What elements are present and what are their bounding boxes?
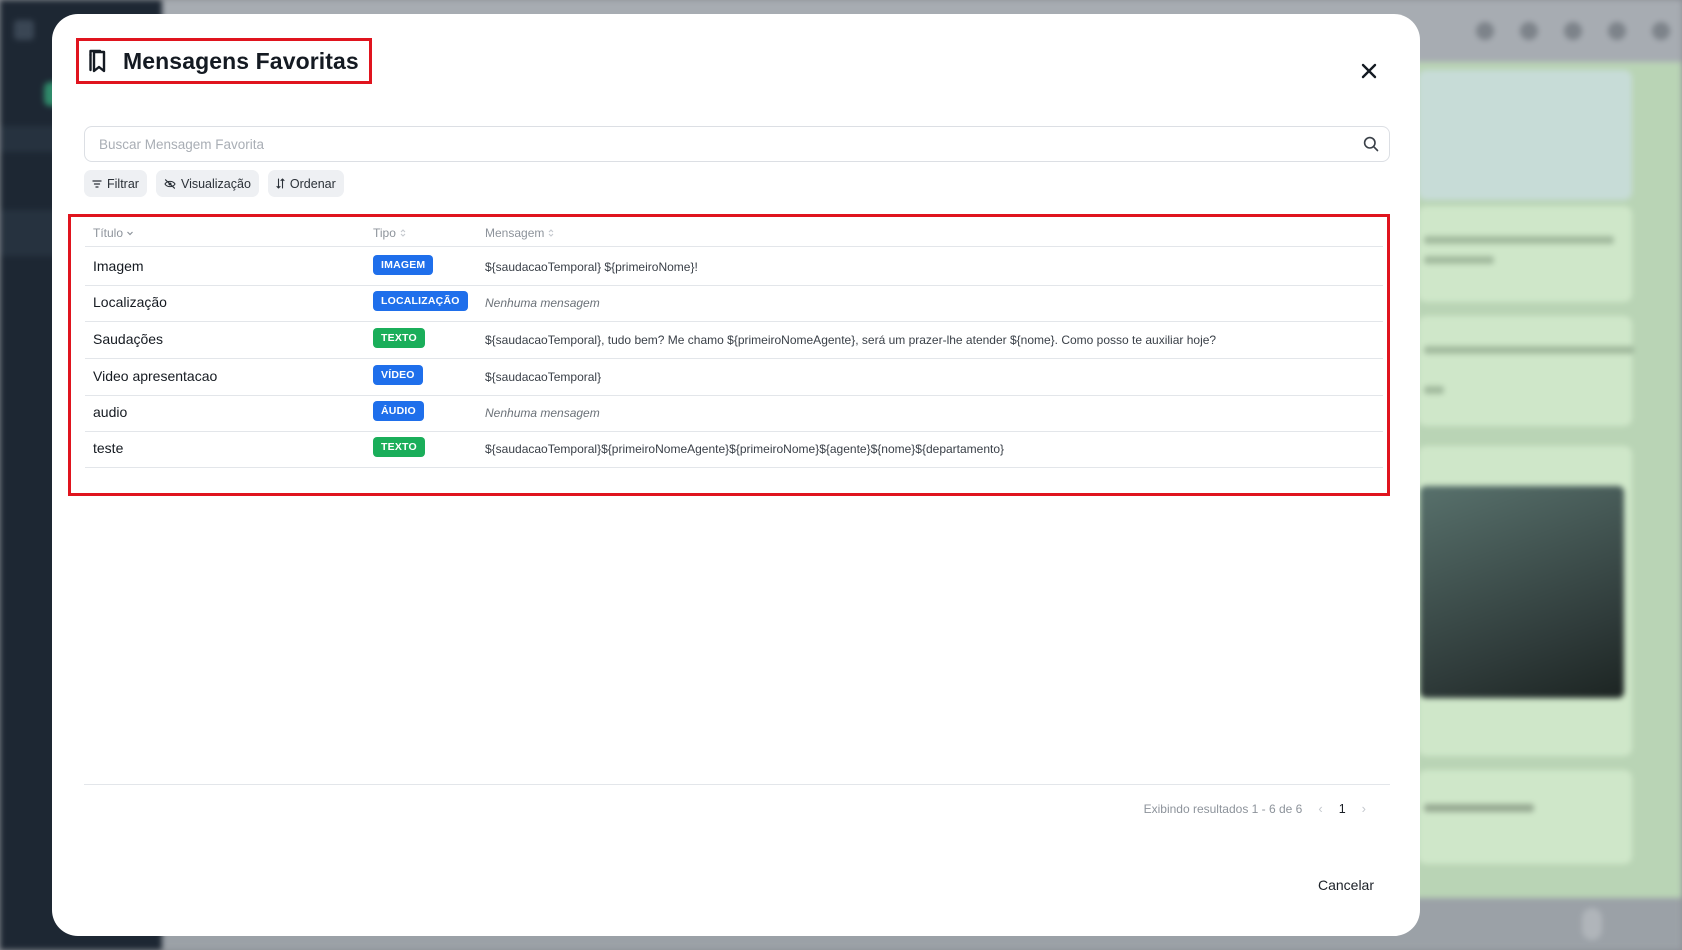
filter-button[interactable]: Filtrar: [84, 170, 147, 197]
sort-icon: [276, 178, 285, 189]
type-badge: ÁUDIO: [373, 401, 424, 421]
search-icon[interactable]: [1353, 136, 1389, 152]
row-message: ${saudacaoTemporal}${primeiroNomeAgente}…: [485, 442, 1005, 456]
type-badge: LOCALIZAÇÃO: [373, 291, 468, 311]
type-badge: TEXTO: [373, 328, 425, 348]
table-row[interactable]: audio ÁUDIO Nenhuma mensagem: [85, 393, 1383, 432]
sort-label: Ordenar: [289, 176, 336, 191]
table-header: Título Tipo Mensagem: [85, 217, 1383, 247]
toolbar: Filtrar Visualização Ordenar: [84, 170, 344, 197]
row-message: ${saudacaoTemporal}, tudo bem? Me chamo …: [485, 333, 1217, 347]
background-video: [1420, 486, 1624, 698]
row-message: ${saudacaoTemporal} ${primeiroNome}!: [485, 260, 698, 274]
type-badge: VÍDEO: [373, 365, 423, 385]
close-icon: [1361, 63, 1377, 79]
modal-header: Mensagens Favoritas: [76, 38, 372, 84]
messages-table: Título Tipo Mensagem Imagem IMAGEM ${sau…: [68, 214, 1390, 496]
row-title: Video apresentacao: [93, 368, 218, 384]
column-message-header[interactable]: Mensagem: [485, 226, 555, 240]
next-page-button[interactable]: ›: [1362, 801, 1366, 816]
prev-page-button[interactable]: ‹: [1318, 801, 1322, 816]
column-title-label: Título: [93, 226, 124, 240]
row-title: audio: [93, 404, 128, 420]
sort-desc-icon: [127, 231, 133, 236]
view-label: Visualização: [180, 176, 251, 191]
row-title: Localização: [93, 294, 167, 310]
favorite-messages-modal: Mensagens Favoritas Filtrar: [52, 14, 1420, 936]
search-field: [84, 126, 1390, 162]
row-message: Nenhuma mensagem: [485, 406, 600, 420]
type-badge: TEXTO: [373, 437, 425, 457]
table-row[interactable]: Localização LOCALIZAÇÃO Nenhuma mensagem: [85, 283, 1383, 322]
footer-divider: [84, 784, 1390, 785]
sort-button[interactable]: Ordenar: [267, 170, 344, 197]
sort-icon: [548, 229, 554, 237]
column-message-label: Mensagem: [485, 226, 545, 240]
modal-title: Mensagens Favoritas: [123, 47, 359, 74]
pagination-summary: Exibindo resultados 1 - 6 de 6: [1143, 801, 1303, 816]
sort-icon: [400, 229, 406, 237]
view-button[interactable]: Visualização: [155, 170, 259, 197]
eye-off-icon: [164, 178, 176, 189]
type-badge: IMAGEM: [373, 255, 434, 275]
close-button[interactable]: [1358, 60, 1380, 82]
row-title: Saudações: [93, 331, 164, 347]
row-message: ${saudacaoTemporal}: [485, 370, 602, 384]
column-title-header[interactable]: Título: [93, 226, 134, 240]
cancel-button[interactable]: Cancelar: [1318, 877, 1374, 893]
column-type-label: Tipo: [373, 226, 396, 240]
row-title: teste: [93, 440, 124, 456]
table-row[interactable]: Imagem IMAGEM ${saudacaoTemporal} ${prim…: [85, 247, 1383, 286]
row-title: Imagem: [93, 258, 144, 274]
table-row[interactable]: Saudações TEXTO ${saudacaoTemporal}, tud…: [85, 320, 1383, 359]
table-row[interactable]: teste TEXTO ${saudacaoTemporal}${primeir…: [85, 429, 1383, 468]
filter-icon: [92, 179, 102, 188]
page-number-button[interactable]: 1: [1339, 802, 1346, 816]
table-row[interactable]: Video apresentacao VÍDEO ${saudacaoTempo…: [85, 357, 1383, 396]
row-message: Nenhuma mensagem: [485, 296, 600, 310]
bookmarks-icon: [87, 48, 109, 74]
search-input[interactable]: [85, 127, 1353, 161]
column-type-header[interactable]: Tipo: [373, 226, 407, 240]
filter-label: Filtrar: [107, 176, 139, 191]
pagination: Exibindo resultados 1 - 6 de 6 ‹ 1 ›: [1144, 801, 1366, 816]
